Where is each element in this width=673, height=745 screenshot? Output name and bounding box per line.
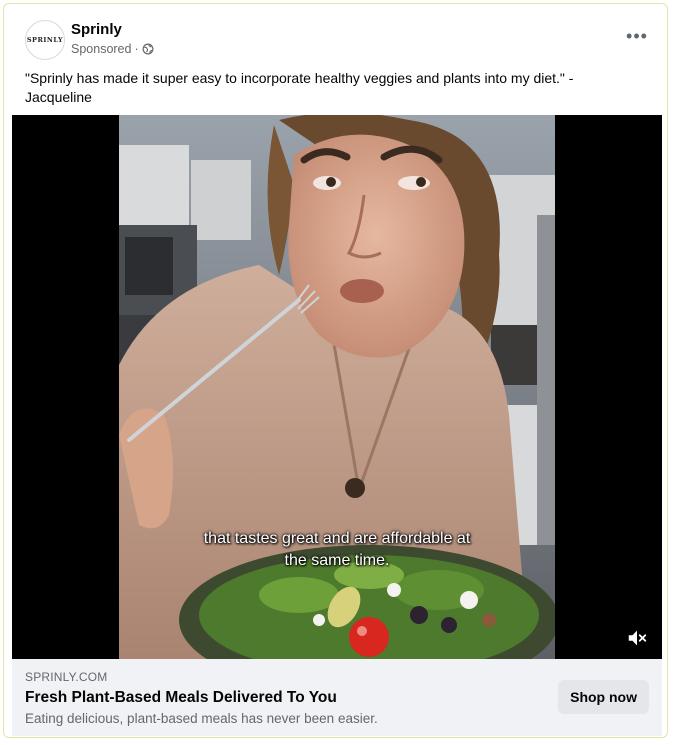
post-caption: "Sprinly has made it super easy to incor…	[25, 70, 574, 105]
page-name-link[interactable]: Sprinly	[71, 21, 122, 38]
meta-separator: ·	[134, 42, 139, 56]
mute-icon[interactable]	[626, 627, 648, 649]
ad-domain: SPRINLY.COM	[25, 670, 108, 684]
page-avatar[interactable]: SPRINLY	[25, 20, 65, 60]
video-frame: that tastes great and are affordable at …	[119, 115, 555, 659]
subtitle-line-2: the same time.	[284, 552, 390, 569]
video-player[interactable]: that tastes great and are affordable at …	[12, 115, 662, 659]
ad-link-footer[interactable]: SPRINLY.COM Fresh Plant-Based Meals Deli…	[12, 659, 662, 736]
video-still-image	[119, 115, 555, 659]
subtitle-line-1: that tastes great and are affordable at	[203, 530, 471, 547]
post-header: SPRINLY Sprinly Sponsored · •••	[4, 4, 667, 68]
ad-headline[interactable]: Fresh Plant-Based Meals Delivered To You	[25, 689, 337, 707]
sponsored-label[interactable]: Sponsored	[71, 42, 131, 56]
logo-text: SPRINLY	[26, 36, 64, 44]
more-options-button[interactable]: •••	[625, 24, 649, 48]
video-subtitles: that tastes great and are affordable at …	[119, 528, 555, 572]
post-meta: Sponsored ·	[71, 42, 154, 56]
ad-description: Eating delicious, plant-based meals has …	[25, 711, 378, 726]
shop-now-button[interactable]: Shop now	[558, 680, 649, 714]
ad-post-card: SPRINLY Sprinly Sponsored · ••• "Sprinly…	[3, 3, 668, 738]
more-icon: •••	[626, 25, 648, 46]
globe-icon	[142, 43, 154, 55]
